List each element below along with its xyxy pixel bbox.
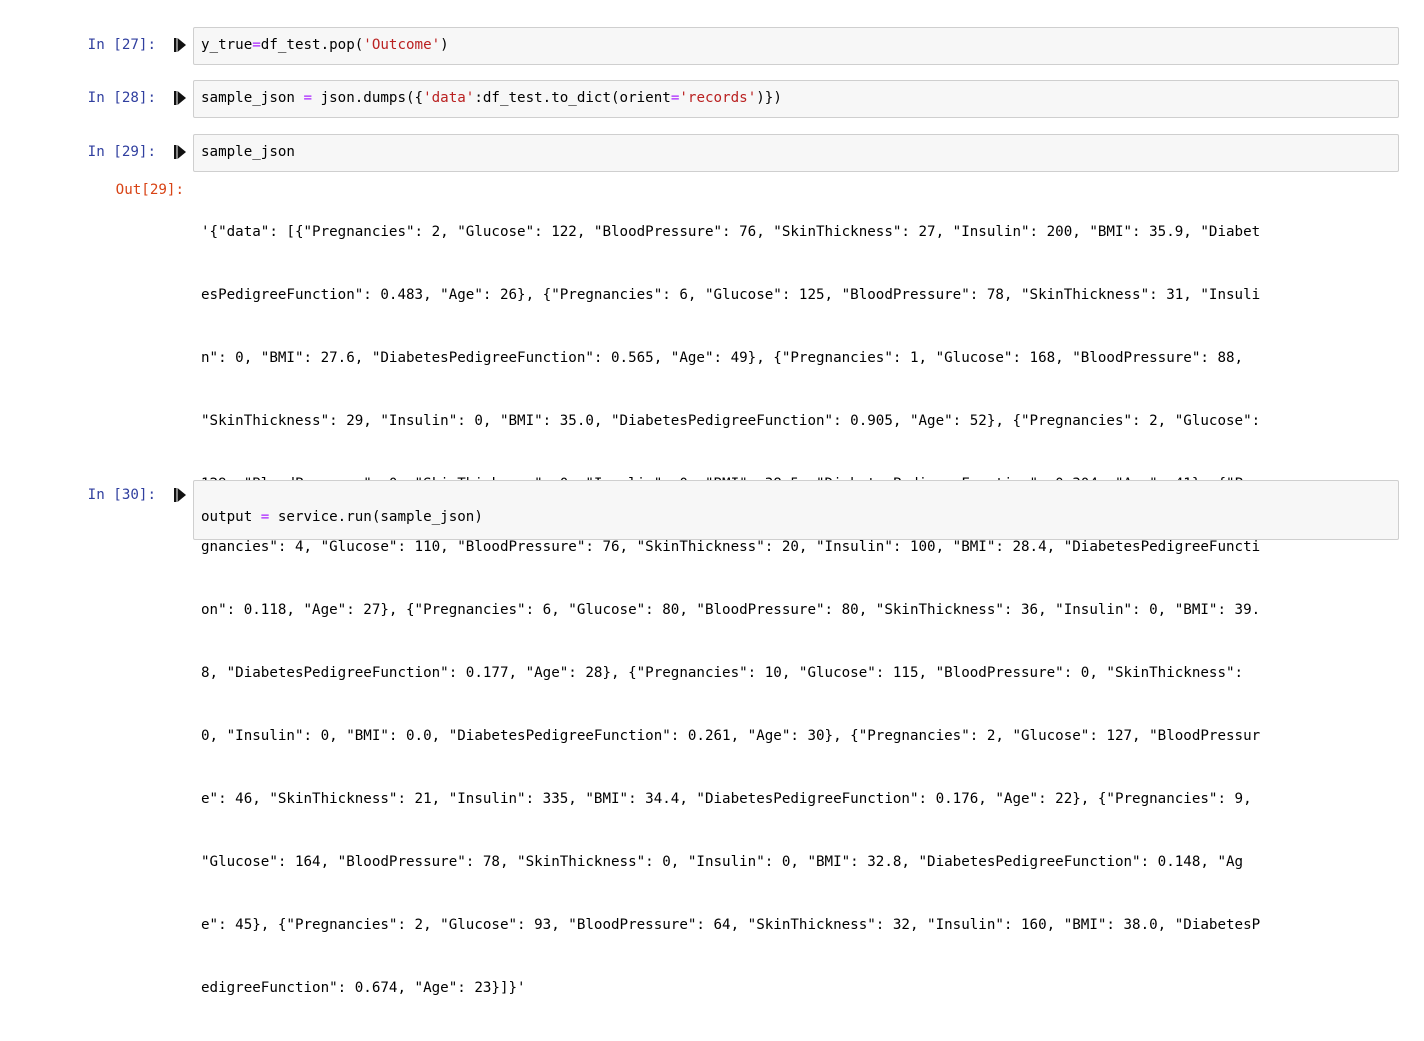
step-run-icon[interactable] bbox=[174, 38, 186, 52]
output-line: 0, "Insulin": 0, "BMI": 0.0, "DiabetesPe… bbox=[201, 728, 1261, 744]
step-run-icon[interactable] bbox=[174, 145, 186, 159]
output-line: edigreeFunction": 0.674, "Age": 23}]}' bbox=[201, 980, 526, 996]
input-prompt: In [30]: bbox=[87, 487, 156, 503]
code-line: sample_json bbox=[201, 144, 295, 161]
code-token-string: 'records' bbox=[679, 90, 757, 106]
code-token: sample_json bbox=[201, 144, 295, 160]
code-editor[interactable]: y_true=df_test.pop('Outcome') bbox=[193, 27, 1399, 65]
output-area: '{"data": [{"Pregnancies": 2, "Glucose":… bbox=[201, 180, 1401, 1041]
step-run-icon[interactable] bbox=[174, 91, 186, 105]
code-line: sample_json = json.dumps({'data':df_test… bbox=[201, 90, 782, 107]
output-line: e": 45}, {"Pregnancies": 2, "Glucose": 9… bbox=[201, 917, 1261, 933]
code-token: sample_json bbox=[201, 90, 304, 106]
output-line: n": 0, "BMI": 27.6, "DiabetesPedigreeFun… bbox=[201, 350, 1244, 366]
code-token-operator: = bbox=[303, 90, 313, 106]
output-prompt: Out[29]: bbox=[115, 182, 184, 198]
code-line: output = service.run(sample_json) bbox=[201, 509, 483, 526]
output-line: e": 46, "SkinThickness": 21, "Insulin": … bbox=[201, 791, 1252, 807]
code-editor[interactable]: sample_json bbox=[193, 134, 1399, 172]
code-token: json.dumps({ bbox=[312, 90, 424, 106]
step-run-icon[interactable] bbox=[174, 488, 186, 502]
output-line: "Glucose": 164, "BloodPressure": 78, "Sk… bbox=[201, 854, 1244, 870]
code-token: ) bbox=[440, 37, 449, 53]
code-token: df_test.pop( bbox=[260, 37, 364, 53]
code-token: output bbox=[201, 509, 261, 525]
output-line: "SkinThickness": 29, "Insulin": 0, "BMI"… bbox=[201, 413, 1261, 429]
input-prompt: In [28]: bbox=[87, 90, 156, 106]
code-line: y_true=df_test.pop('Outcome') bbox=[201, 37, 449, 54]
code-token: y_true bbox=[201, 37, 253, 53]
output-line: '{"data": [{"Pregnancies": 2, "Glucose":… bbox=[201, 224, 1261, 240]
code-token: :df_test.to_dict(orient bbox=[474, 90, 671, 106]
code-token: )}) bbox=[756, 90, 782, 106]
code-editor[interactable]: output = service.run(sample_json) bbox=[193, 480, 1399, 540]
code-token: service.run(sample_json) bbox=[269, 509, 483, 525]
code-token-operator: = bbox=[252, 37, 261, 53]
input-prompt: In [27]: bbox=[87, 37, 156, 53]
code-token-string: 'Outcome' bbox=[363, 37, 441, 53]
output-line: esPedigreeFunction": 0.483, "Age": 26}, … bbox=[201, 287, 1261, 303]
code-editor[interactable]: sample_json = json.dumps({'data':df_test… bbox=[193, 80, 1399, 118]
output-line: on": 0.118, "Age": 27}, {"Pregnancies": … bbox=[201, 602, 1261, 618]
code-token-string: 'data' bbox=[423, 90, 475, 106]
output-line: 8, "DiabetesPedigreeFunction": 0.177, "A… bbox=[201, 665, 1244, 681]
input-prompt: In [29]: bbox=[87, 144, 156, 160]
